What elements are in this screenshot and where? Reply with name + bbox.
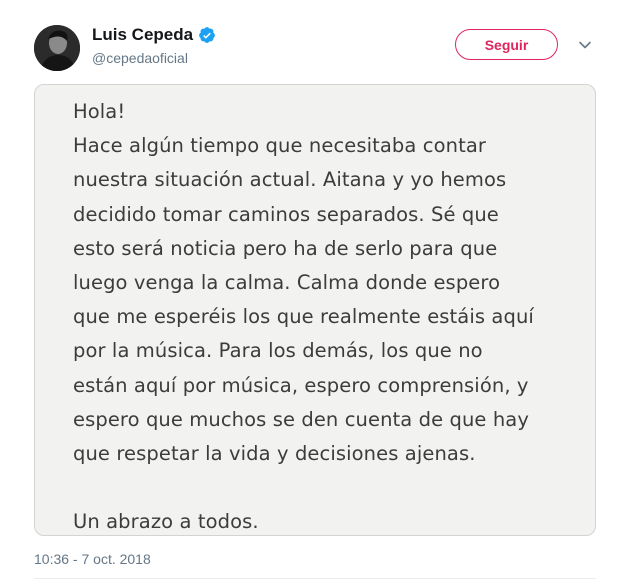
media-note-line: por la música. Para los demás, los que n… bbox=[73, 339, 483, 363]
media-note-line: decidido tomar caminos separados. Sé que bbox=[73, 202, 499, 226]
chevron-down-icon[interactable] bbox=[578, 38, 592, 52]
media-note-line: luego venga la calma. Calma donde espero bbox=[73, 270, 501, 294]
display-name[interactable]: Luis Cepeda bbox=[92, 25, 193, 45]
avatar-photo bbox=[34, 25, 80, 71]
timestamp[interactable]: 10:36 - 7 oct. 2018 bbox=[34, 551, 151, 567]
verified-badge-icon bbox=[198, 26, 216, 44]
media-note-line: Hace algún tiempo que necesitaba contar bbox=[73, 134, 486, 158]
media-note-line: Hola! bbox=[73, 100, 126, 123]
media-note-line: Un abrazo a todos. bbox=[73, 510, 259, 534]
media-note-line bbox=[73, 471, 573, 505]
media-note-line: espero que muchos se den cuenta de que h… bbox=[73, 407, 529, 431]
handle[interactable]: @cepedaoficial bbox=[92, 49, 216, 67]
media-note-line: esto será noticia pero ha de serlo para … bbox=[73, 236, 498, 260]
media-note-line: nuestra situación actual. Aitana y yo he… bbox=[73, 168, 507, 192]
media-note-line: que respetar la vida y decisiones ajenas… bbox=[73, 441, 476, 465]
avatar[interactable] bbox=[34, 25, 80, 71]
media-note-line: están aquí por música, espero comprensió… bbox=[73, 373, 529, 397]
follow-button[interactable]: Seguir bbox=[455, 29, 558, 60]
display-name-row: Luis Cepeda bbox=[92, 25, 216, 45]
media-note-text: Hola! Hace algún tiempo que necesitaba co… bbox=[73, 95, 573, 535]
author-info: Luis Cepeda @cepedaoficial bbox=[92, 25, 216, 67]
tweet-media-image[interactable]: Hola! Hace algún tiempo que necesitaba co… bbox=[34, 84, 596, 536]
media-note-line: que me esperéis los que realmente estáis… bbox=[73, 305, 534, 329]
divider bbox=[34, 578, 596, 579]
tweet: Luis Cepeda @cepedaoficial Seguir Hola! H… bbox=[0, 0, 630, 583]
